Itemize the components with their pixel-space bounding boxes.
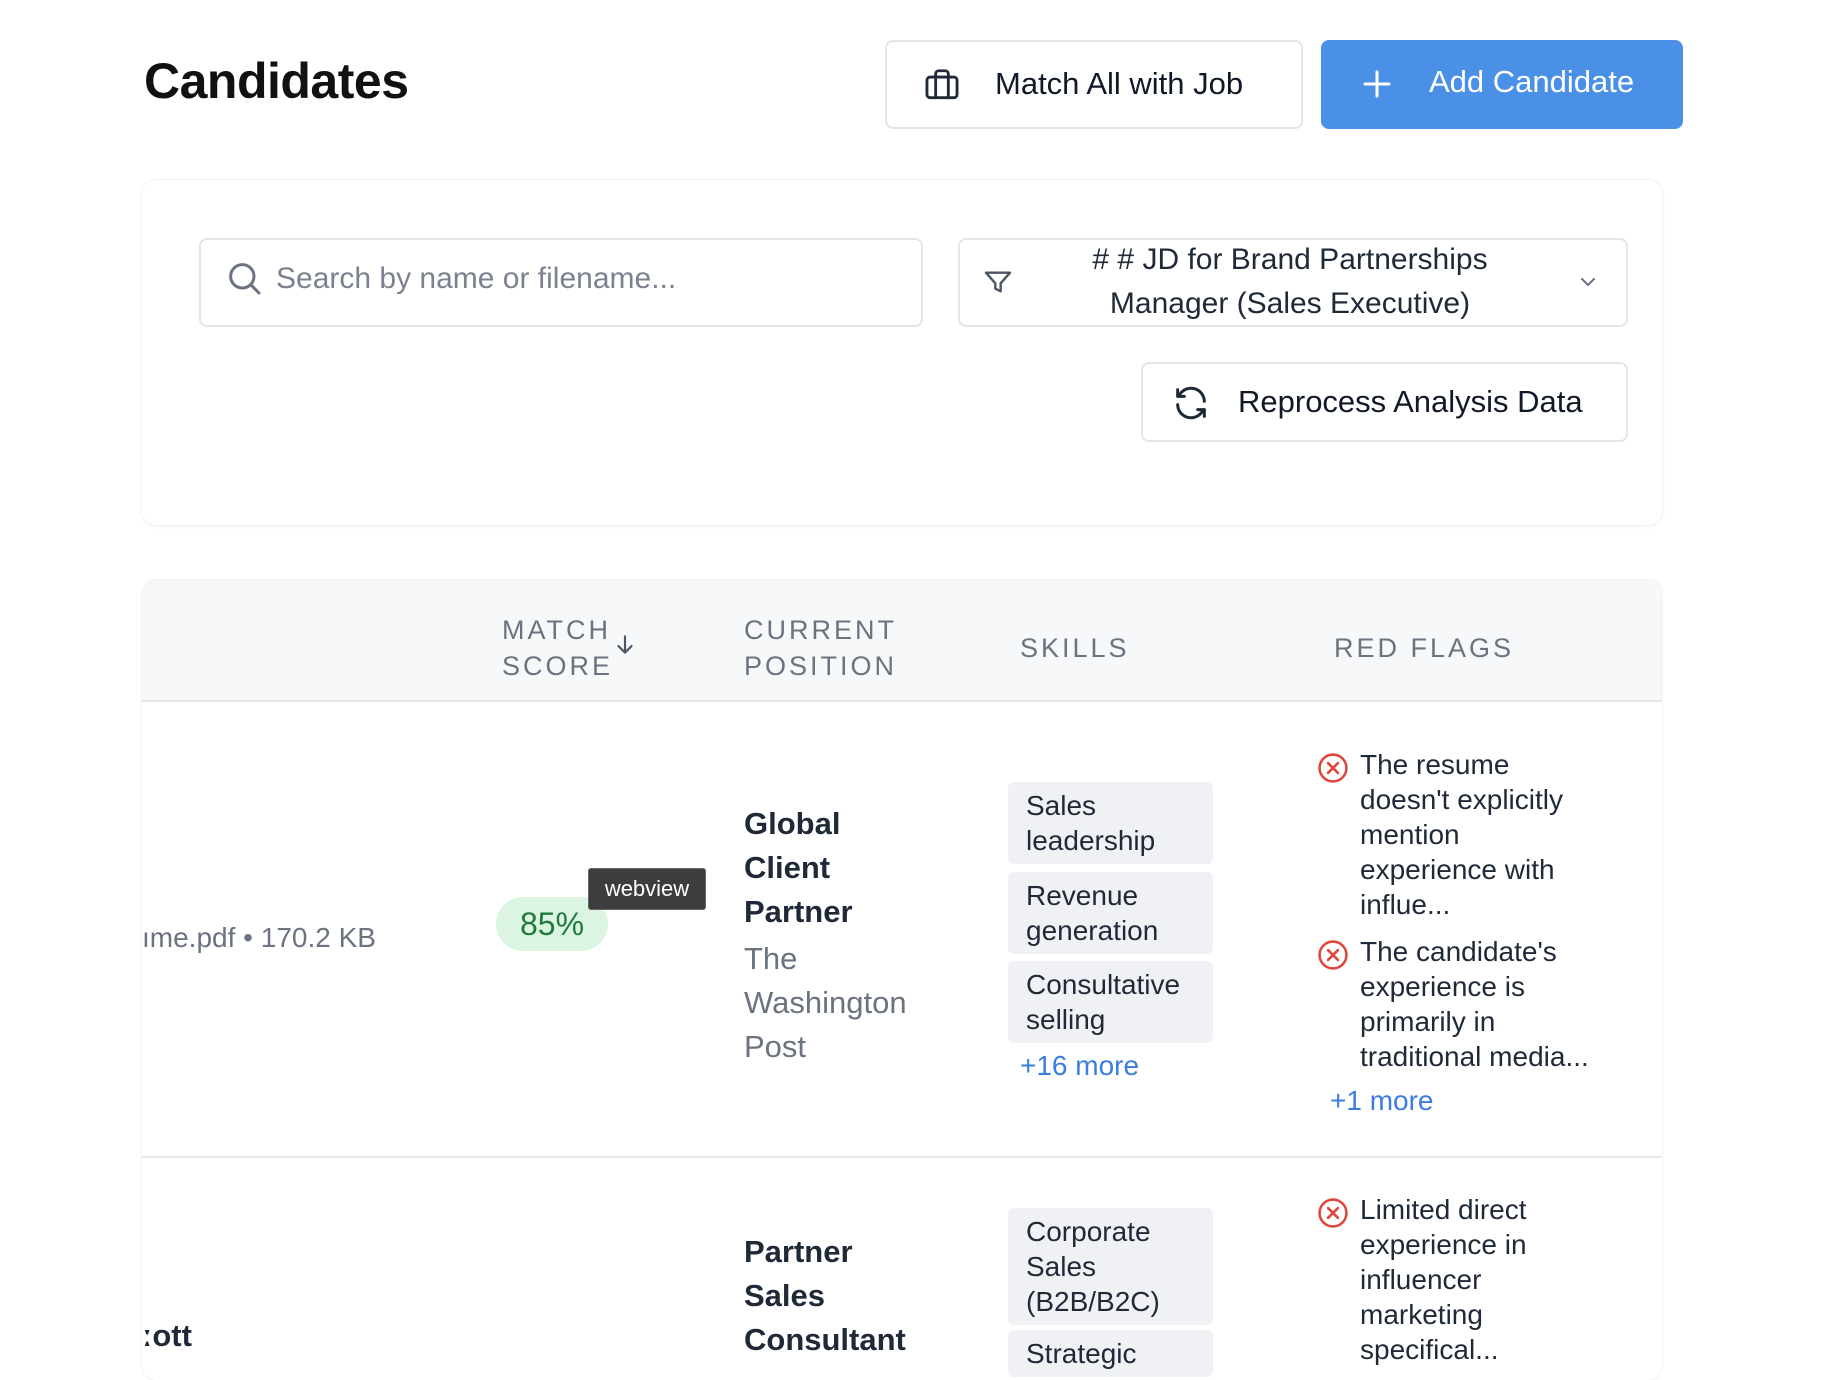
red-flag-text: The candidate's experience is primarily … xyxy=(1360,936,1589,1072)
x-circle-icon xyxy=(1316,938,1350,972)
red-flag-text: The resume doesn't explicitly mention ex… xyxy=(1360,749,1563,920)
column-header-red-flags: RED FLAGS xyxy=(1334,633,1515,663)
add-candidate-button[interactable]: Add Candidate xyxy=(1321,40,1683,129)
file-meta: ıme.pdf • 170.2 KB xyxy=(142,922,376,953)
match-all-with-job-label: Match All with Job xyxy=(995,66,1244,101)
match-all-with-job-button[interactable]: Match All with Job xyxy=(885,40,1303,129)
reprocess-analysis-label: Reprocess Analysis Data xyxy=(1238,384,1583,419)
red-flag-item: The resume doesn't explicitly mention ex… xyxy=(1316,747,1616,927)
column-header-current-position: CURRENT POSITION xyxy=(744,615,898,681)
column-header-match-score[interactable]: MATCH SCORE xyxy=(502,612,613,684)
position-title: Partner Sales Consultant xyxy=(744,1234,906,1357)
filter-icon xyxy=(982,266,1014,303)
sort-arrow-down-icon[interactable] xyxy=(612,632,638,663)
add-candidate-label: Add Candidate xyxy=(1429,64,1635,99)
refresh-icon xyxy=(1171,383,1211,431)
search-icon xyxy=(224,258,264,303)
column-header-skills: SKILLS xyxy=(1020,633,1130,663)
skill-chip: Revenue generation xyxy=(1008,872,1213,954)
reprocess-analysis-button[interactable]: Reprocess Analysis Data xyxy=(1141,362,1628,442)
position-title: Global Client Partner xyxy=(744,806,853,929)
page-title: Candidates xyxy=(144,53,409,109)
x-circle-icon xyxy=(1316,751,1350,785)
skill-chip: Strategic xyxy=(1008,1330,1213,1377)
filter-panel xyxy=(142,180,1662,525)
search-placeholder: Search by name or filename... xyxy=(276,262,677,295)
red-flag-text: Limited direct experience in influencer … xyxy=(1360,1194,1527,1365)
briefcase-icon xyxy=(923,66,961,112)
red-flags-more-link[interactable]: +1 more xyxy=(1330,1085,1434,1117)
webview-tooltip: webview xyxy=(588,868,706,910)
skill-chip: Sales leadership xyxy=(1008,782,1213,864)
position-company: The Washington Post xyxy=(744,941,907,1064)
skills-more-link[interactable]: +16 more xyxy=(1020,1050,1139,1082)
red-flag-item: Limited direct experience in influencer … xyxy=(1316,1192,1616,1365)
red-flag-item: The candidate's experience is primarily … xyxy=(1316,934,1616,1084)
skill-chip: Corporate Sales (B2B/B2C) xyxy=(1008,1208,1213,1325)
x-circle-icon xyxy=(1316,1196,1350,1230)
skill-chip: Consultative selling xyxy=(1008,961,1213,1043)
candidate-name: ːott xyxy=(142,1318,192,1353)
plus-icon xyxy=(1359,66,1395,110)
chevron-down-icon xyxy=(1576,270,1600,299)
job-filter-value: # # JD for Brand Partnerships Manager (S… xyxy=(1092,243,1488,320)
